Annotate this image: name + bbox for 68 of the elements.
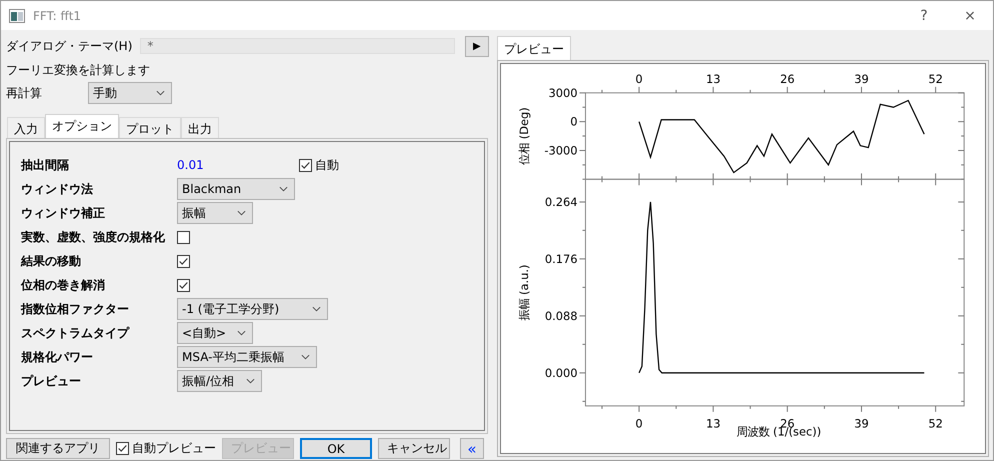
option-label: スペクトラムタイプ [21, 324, 130, 342]
checkbox[interactable] [299, 158, 312, 172]
option-label: 抽出間隔 [21, 156, 70, 174]
related-apps-button[interactable]: 関連するアプリ [6, 438, 110, 459]
dropdown[interactable]: -1 (電子工学分野) [177, 298, 328, 320]
option-label: 位相の巻き解消 [21, 276, 106, 294]
option-label: 実数、虚数、強度の規格化 [21, 228, 166, 246]
option-label: ウィンドウ法 [21, 180, 94, 198]
chevron-icon [156, 90, 165, 96]
tick-label: 3000 [548, 86, 578, 100]
checkbox[interactable] [177, 278, 190, 292]
tick-label: 0 [635, 416, 643, 431]
recalc-dropdown[interactable]: 手動 [88, 82, 172, 104]
checkbox-label: 自動プレビュー [132, 440, 216, 457]
theme-label: ダイアログ・テーマ(H) [6, 38, 132, 54]
dropdown[interactable]: Blackman [177, 178, 295, 200]
app-icon [9, 8, 25, 22]
tick-label: 52 [928, 72, 943, 86]
tick-label: 0 [570, 114, 578, 129]
collapse-button[interactable]: « [460, 438, 484, 459]
tick-label: 39 [854, 72, 869, 86]
tick-label: 52 [928, 416, 943, 431]
chevron-icon [279, 186, 288, 192]
dropdown[interactable]: <自動> [177, 322, 253, 344]
cancel-button[interactable]: キャンセル [378, 438, 450, 459]
title-bar-button[interactable]: ? [901, 6, 947, 24]
chevron-icon [246, 378, 255, 384]
dropdown[interactable]: 振幅 [177, 202, 253, 224]
dropdown[interactable]: MSA-平均二乗振幅 [177, 346, 317, 368]
tab[interactable]: プロット [119, 117, 181, 138]
window-title: FFT: fft1 [33, 8, 82, 22]
tick-label: 0 [635, 72, 643, 86]
tick-label: 0.176 [544, 252, 578, 266]
tick-label: -3000 [544, 143, 578, 158]
value-text: 0.01 [177, 158, 205, 172]
option-label: プレビュー [21, 372, 82, 390]
tab[interactable]: 出力 [181, 117, 219, 138]
dropdown[interactable]: 振幅/位相 [177, 370, 262, 392]
checkbox[interactable] [177, 230, 190, 244]
checkbox-label: 自動 [315, 156, 339, 174]
option-label: 結果の移動 [21, 252, 82, 270]
checkbox[interactable] [116, 442, 129, 455]
tab[interactable]: 入力 [7, 117, 45, 138]
tick-label: 13 [706, 416, 720, 431]
option-label: 規格化パワー [21, 348, 94, 366]
chevron-icon [237, 210, 246, 216]
ok-button[interactable]: OK [300, 438, 372, 459]
tick-label: 39 [854, 416, 869, 431]
theme-field[interactable]: * [140, 38, 455, 54]
chevron-icon [312, 306, 321, 312]
tick-label: 0.000 [544, 366, 578, 380]
checkbox[interactable] [177, 254, 190, 268]
tick-label: 0.264 [544, 194, 578, 209]
tab[interactable]: オプション [45, 114, 119, 138]
chevron-icon [237, 330, 246, 336]
axis-title: 振幅 (a.u.) [516, 264, 531, 321]
axis-title: 位相 (Deg) [516, 107, 531, 165]
tick-label: 26 [780, 72, 795, 86]
preview-tab[interactable]: プレビュー [497, 36, 571, 60]
description-text: フーリエ変換を計算します [6, 62, 151, 79]
option-label: 指数位相ファクター [21, 300, 130, 318]
chevron-icon [301, 354, 310, 360]
tick-label: 0.088 [544, 308, 578, 323]
theme-button[interactable]: ▶ [465, 36, 489, 56]
title-bar-button[interactable]: × [947, 6, 993, 24]
recalc-label: 再計算 [6, 84, 43, 102]
tick-label: 13 [706, 72, 720, 86]
option-label: ウィンドウ補正 [21, 204, 106, 222]
